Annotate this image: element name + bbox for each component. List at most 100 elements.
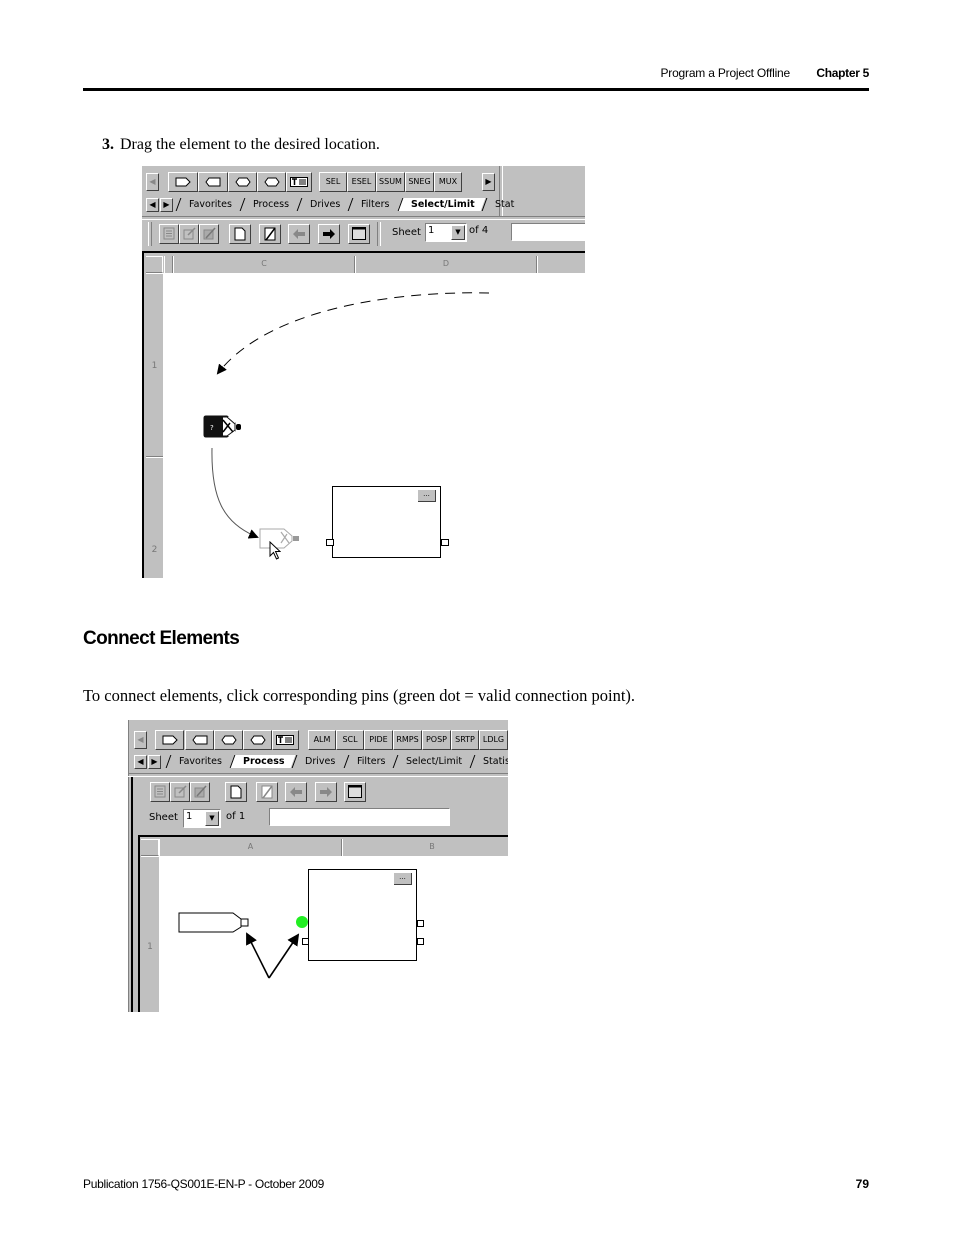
- delete-sheet-button[interactable]: [256, 782, 278, 802]
- palette-button-rmps[interactable]: RMPS: [393, 730, 422, 750]
- tab-statistical[interactable]: Stat: [482, 198, 526, 211]
- grid-icon: [348, 785, 362, 798]
- input-wire-connector-button[interactable]: [228, 172, 257, 192]
- tab-process[interactable]: Process: [229, 755, 295, 768]
- toolbar-separator: [142, 216, 585, 220]
- sheet-name-field[interactable]: [511, 223, 585, 241]
- footer-publication: Publication 1756-QS001E-EN-P - October 2…: [83, 1177, 325, 1191]
- block-input-pin[interactable]: [326, 539, 334, 546]
- drop-path-arrow: [211, 447, 259, 539]
- palette-scroll-right-button[interactable]: ▶: [482, 173, 495, 191]
- verify-button[interactable]: [199, 224, 219, 244]
- grid-button[interactable]: [344, 782, 366, 802]
- block-output-pin[interactable]: [441, 539, 449, 546]
- text-box-button[interactable]: [286, 172, 312, 192]
- previous-sheet-button[interactable]: [285, 782, 307, 802]
- palette-button-srtp[interactable]: SRTP: [451, 730, 479, 750]
- column-header-c: C: [173, 256, 355, 273]
- output-wire-connector-button[interactable]: [257, 172, 286, 192]
- input-reference-button[interactable]: [168, 172, 198, 192]
- block-properties-button[interactable]: ...: [418, 490, 436, 502]
- tab-favorites[interactable]: Favorites: [175, 198, 243, 211]
- dropdown-arrow-icon[interactable]: ▼: [205, 811, 219, 826]
- new-sheet-button[interactable]: [225, 782, 247, 802]
- block-input-pin-2[interactable]: [302, 938, 309, 945]
- output-reference-button[interactable]: [185, 730, 214, 750]
- dragged-input-reference-icon[interactable]: ?: [203, 415, 251, 439]
- palette-button-sneg[interactable]: SNEG: [405, 172, 434, 192]
- sheet-number-dropdown[interactable]: 1 ▼: [183, 809, 221, 828]
- palette-button-pide[interactable]: PIDE: [364, 730, 393, 750]
- input-wire-connector-button[interactable]: [214, 730, 243, 750]
- valid-connection-pin[interactable]: [296, 916, 308, 928]
- grid-icon: [352, 227, 366, 240]
- sheet-label: Sheet: [149, 812, 178, 823]
- sheet-toolbar-divider: [377, 222, 381, 246]
- previous-sheet-button[interactable]: [288, 224, 310, 244]
- tab-favorites[interactable]: Favorites: [165, 755, 233, 768]
- header-rule: [83, 88, 869, 91]
- edit-properties-button[interactable]: [170, 782, 190, 802]
- block-output-pin-2[interactable]: [417, 938, 424, 945]
- tab-scroll-left-button[interactable]: ◀: [134, 755, 147, 769]
- palette-button-posp[interactable]: POSP: [422, 730, 451, 750]
- delete-sheet-icon: [264, 227, 276, 241]
- tab-statistical[interactable]: Statistica: [469, 755, 508, 768]
- drag-path-dashed-arrow: [216, 292, 490, 375]
- palette-button-ldlg[interactable]: LDLG: [479, 730, 508, 750]
- new-sheet-icon: [230, 785, 242, 799]
- delete-sheet-button[interactable]: [259, 224, 281, 244]
- tab-drives[interactable]: Drives: [292, 755, 347, 768]
- tab-filters[interactable]: Filters: [347, 198, 401, 211]
- tab-drives[interactable]: Drives: [296, 198, 351, 211]
- properties-icon: [163, 227, 175, 240]
- column-header-d: D: [355, 256, 537, 273]
- grid-button[interactable]: [348, 224, 370, 244]
- tab-scroll-right-button[interactable]: ▶: [160, 198, 173, 212]
- text-box-button[interactable]: [272, 730, 299, 750]
- properties-button[interactable]: [159, 224, 179, 244]
- column-header-e: [537, 256, 585, 273]
- palette-button-alm[interactable]: ALM: [308, 730, 336, 750]
- input-reference-button[interactable]: [155, 730, 184, 750]
- diagram-canvas[interactable]: ...: [159, 856, 508, 1012]
- palette-button-mux[interactable]: MUX: [434, 172, 462, 192]
- section-title: Connect Elements: [83, 628, 240, 649]
- tab-select-limit[interactable]: Select/Limit: [392, 755, 473, 768]
- function-block[interactable]: ...: [308, 869, 417, 961]
- palette-button-ssum[interactable]: SSUM: [376, 172, 405, 192]
- block-properties-button[interactable]: ...: [394, 873, 412, 885]
- output-wire-connector-button[interactable]: [243, 730, 272, 750]
- block-output-pin-1[interactable]: [417, 920, 424, 927]
- next-sheet-button[interactable]: [315, 782, 337, 802]
- palette-scroll-left-button[interactable]: ◀: [134, 731, 147, 749]
- palette-button-esel[interactable]: ESEL: [347, 172, 376, 192]
- tab-process[interactable]: Process: [239, 198, 300, 211]
- previous-arrow-icon: [293, 229, 305, 239]
- verify-icon: [203, 227, 216, 240]
- palette-button-scl[interactable]: SCL: [336, 730, 364, 750]
- next-sheet-button[interactable]: [318, 224, 340, 244]
- edit-properties-button[interactable]: [179, 224, 199, 244]
- next-arrow-icon: [323, 229, 335, 239]
- output-reference-icon: [192, 735, 208, 745]
- row-header-1: 1: [141, 856, 159, 1012]
- verify-button[interactable]: [190, 782, 210, 802]
- delete-sheet-icon: [261, 785, 273, 799]
- function-block[interactable]: ...: [332, 486, 441, 558]
- palette-scroll-left-button[interactable]: ◀: [146, 173, 159, 191]
- properties-button[interactable]: [150, 782, 170, 802]
- column-header-spacer: [164, 256, 173, 273]
- output-reference-button[interactable]: [198, 172, 228, 192]
- sheet-number-dropdown[interactable]: 1 ▼: [425, 223, 467, 242]
- sheet-name-field[interactable]: [269, 808, 450, 826]
- next-arrow-icon: [320, 787, 332, 797]
- dropdown-arrow-icon[interactable]: ▼: [451, 225, 465, 240]
- diagram-canvas[interactable]: ? ...: [163, 273, 585, 578]
- tab-select-limit[interactable]: Select/Limit: [397, 198, 485, 211]
- new-sheet-button[interactable]: [229, 224, 251, 244]
- tab-scroll-left-button[interactable]: ◀: [146, 198, 159, 212]
- tab-scroll-right-button[interactable]: ▶: [148, 755, 161, 769]
- tab-filters[interactable]: Filters: [343, 755, 396, 768]
- palette-button-sel[interactable]: SEL: [319, 172, 347, 192]
